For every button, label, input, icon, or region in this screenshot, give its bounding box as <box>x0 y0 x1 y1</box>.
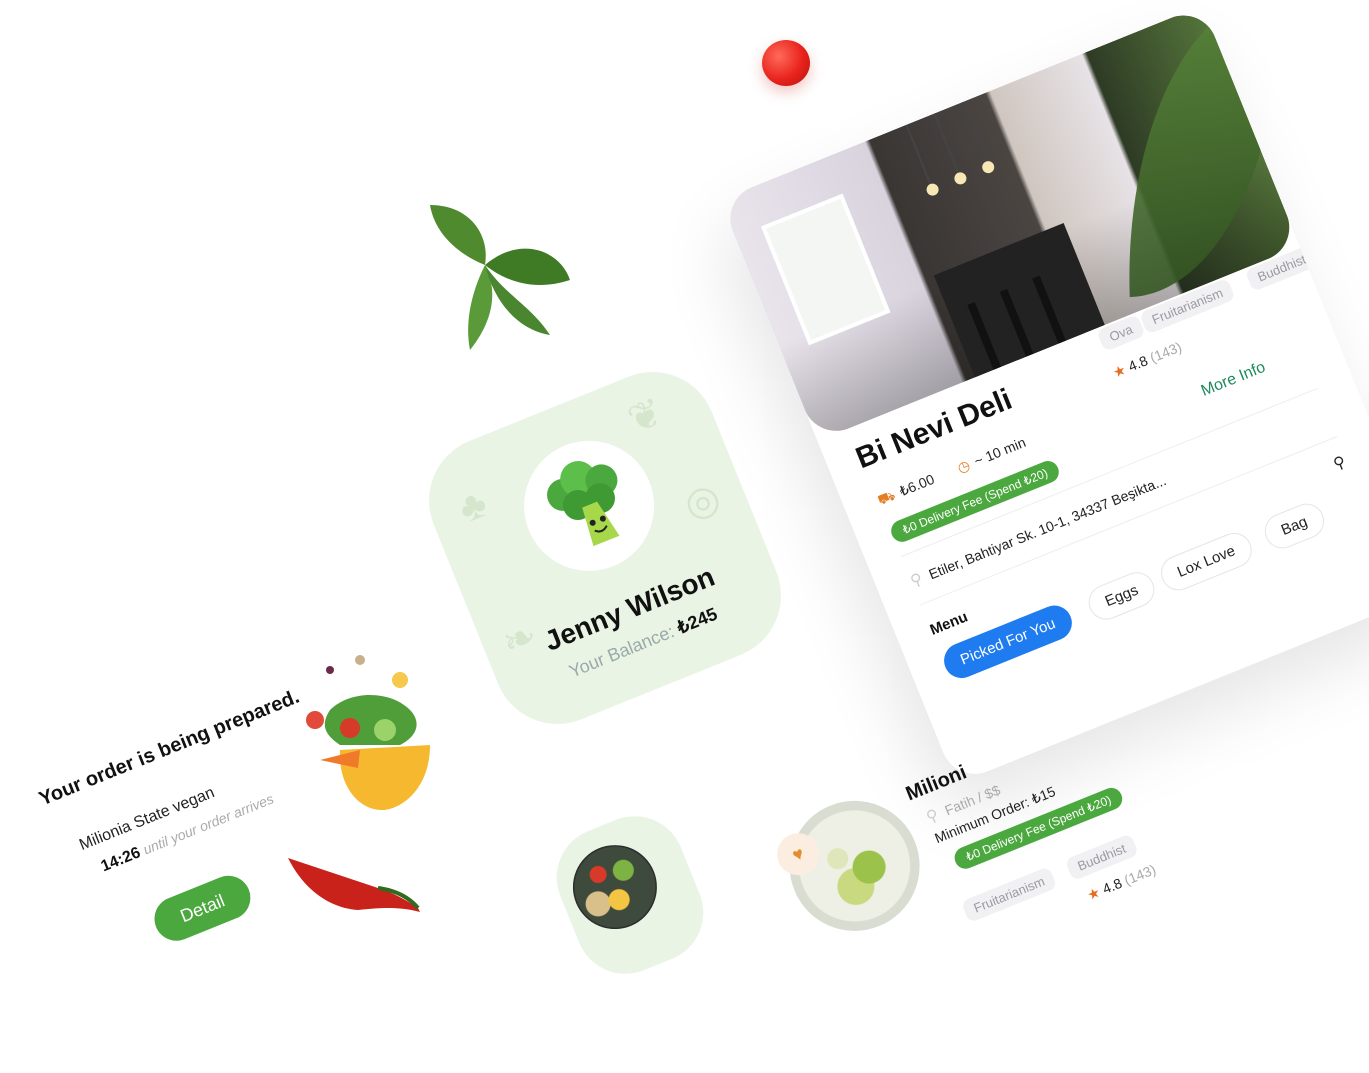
star-icon: ★ <box>1110 361 1129 381</box>
menu-chip-lox-love[interactable]: Lox Love <box>1155 527 1257 596</box>
basil-icon <box>430 205 570 350</box>
avatar <box>504 421 674 591</box>
rating-value: 4.8 <box>1125 352 1150 375</box>
rating-count: (143) <box>1147 338 1184 366</box>
pin-icon: ⚲ <box>908 570 926 591</box>
pin-icon: ⚲ <box>924 806 942 827</box>
timer-icon: ◷ <box>954 456 973 476</box>
food-card[interactable] <box>541 801 719 989</box>
menu-label: Menu <box>927 608 971 639</box>
price-meta: ⛟₺6.00 <box>875 470 937 509</box>
tomato-icon <box>762 40 810 86</box>
star-icon: ★ <box>1084 883 1103 904</box>
lime-icon: ◎ <box>677 474 727 529</box>
menu-chip-eggs[interactable]: Eggs <box>1083 566 1160 625</box>
detail-button[interactable]: Detail <box>147 869 258 948</box>
bowl-image <box>572 845 657 930</box>
mushroom-icon: ♣ <box>452 481 494 532</box>
more-info-link[interactable]: More Info <box>1199 359 1268 401</box>
time-meta: ◷~ 10 min <box>954 433 1028 476</box>
profile-card: ♣ ❦ ◎ ❧ Jenny Wilson Your Balance: ₺245 <box>409 352 801 744</box>
menu-chip-bag[interactable]: Bag <box>1259 498 1330 554</box>
broccoli-icon <box>547 461 620 547</box>
delivery-icon: ⛟ <box>875 486 898 509</box>
search-icon[interactable]: ⚲ <box>1330 452 1348 475</box>
order-status: Your order is being prepared. Milionia S… <box>36 640 519 1068</box>
salad-bowl-icon <box>306 655 430 810</box>
restaurant-card[interactable]: Bi Nevi Deli Ova Fruitarianism Buddhist … <box>720 5 1369 785</box>
